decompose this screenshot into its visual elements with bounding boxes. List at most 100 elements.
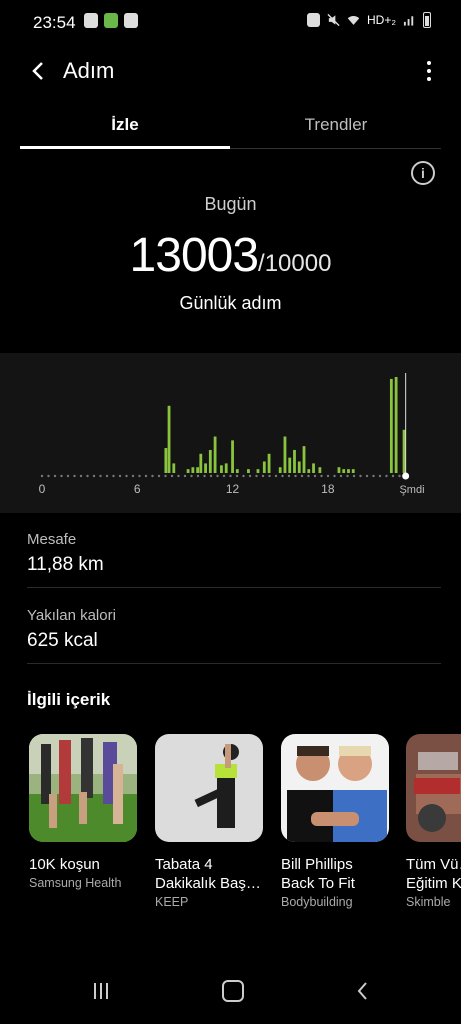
baseline-dot [300, 474, 304, 478]
running-thumbnail [29, 734, 137, 842]
status-time: 23:54 [33, 13, 76, 32]
more-options-icon[interactable] [421, 56, 437, 86]
app-notification-icon [104, 13, 118, 28]
back-arrow-icon[interactable] [24, 56, 54, 86]
baseline-dot [60, 474, 63, 478]
baseline-dot [112, 474, 115, 478]
baseline-dot [79, 474, 83, 478]
baseline-dot [248, 474, 252, 478]
tab-trends[interactable]: Trendler [231, 104, 441, 148]
baseline-dot [398, 474, 401, 478]
baseline-dot [352, 474, 356, 478]
chart-bar [293, 449, 296, 473]
content-card-skimble[interactable]: Tüm Vü… Eğitim K… Skimble [406, 734, 461, 909]
baseline-dot [53, 474, 57, 478]
divider [27, 587, 441, 588]
baseline-dot [203, 474, 206, 478]
x-tick-label: Şmdi [399, 484, 424, 496]
baseline-dot [177, 474, 180, 478]
baseline-dot [359, 474, 362, 478]
x-tick-label: 0 [39, 482, 46, 496]
distance-label: Mesafe [27, 531, 77, 548]
baseline-dot [313, 474, 317, 478]
status-bar: 23:54 HD+₂ [0, 0, 461, 44]
related-content-carousel: 10K koşun Samsung Health Tabata 4 Dakika… [29, 734, 461, 924]
baseline-dot [190, 474, 193, 478]
baseline-dot [73, 474, 76, 478]
info-icon[interactable]: i [411, 161, 435, 185]
content-card-10k-run[interactable]: 10K koşun Samsung Health [29, 734, 137, 890]
recents-icon[interactable] [94, 983, 108, 999]
card-title: 10K koşun [29, 856, 100, 873]
chart-bar [199, 453, 203, 473]
baseline-dot [294, 474, 297, 478]
baseline-dot [255, 474, 258, 478]
chart-bar [247, 469, 250, 473]
day-label: Bugün [204, 194, 257, 214]
nav-back-icon[interactable] [353, 980, 373, 1002]
baseline-dot [157, 474, 161, 478]
baseline-dot [86, 474, 89, 478]
baseline-dot [339, 474, 343, 478]
content-card-tabata[interactable]: Tabata 4 Dakikalık Baş… KEEP [155, 734, 263, 909]
distance-value: 11,88 km [27, 554, 104, 575]
baseline-dot [261, 474, 265, 478]
chart-bar [235, 469, 239, 473]
chart-bar [394, 377, 398, 473]
baseline-dot [385, 474, 388, 478]
content-card-bill-phillips[interactable]: Bill Phillips Back To Fit Bodybuilding [281, 734, 389, 909]
baseline-dot [391, 474, 395, 478]
steps-value: 13003 [129, 229, 259, 282]
baseline-dot [209, 474, 213, 478]
baseline-dot [307, 474, 310, 478]
system-navigation-bar [0, 974, 461, 1024]
baseline-dot [281, 474, 284, 478]
app-bar: Adım [0, 52, 461, 92]
mute-icon [327, 13, 340, 27]
calories-metric: Yakılan kalori 625 kcal [27, 607, 116, 652]
baseline-dot [138, 474, 141, 478]
steps-goal: /10000 [258, 250, 332, 277]
distance-metric: Mesafe 11,88 km [27, 531, 104, 576]
baseline-dot [216, 474, 219, 478]
chart-bar [186, 469, 190, 473]
baseline-dot [242, 474, 245, 478]
baseline-dot [378, 474, 382, 478]
tab-bar: İzle Trendler [20, 104, 441, 149]
chart-bar [389, 378, 393, 473]
tab-watch[interactable]: İzle [20, 104, 230, 149]
hourly-steps-chart[interactable]: 0 6 12 18 Şmdi [0, 353, 461, 513]
baseline-dot [92, 474, 96, 478]
baseline-dot [99, 474, 102, 478]
now-marker-dot [402, 472, 410, 480]
step-count: 13003/10000 [0, 228, 461, 283]
chart-bar [224, 463, 228, 473]
chart-bar [342, 469, 346, 473]
card-source: Samsung Health [29, 876, 122, 890]
chart-bar [208, 449, 212, 473]
chart-bar [213, 436, 217, 473]
notification-icon [84, 13, 98, 28]
baseline-dot [47, 474, 50, 478]
baseline-dot [196, 474, 200, 478]
chart-bar [167, 405, 171, 473]
chart-bar [172, 463, 176, 473]
battery-saver-icon [307, 13, 320, 27]
chart-bar [267, 453, 271, 473]
baseline-dot [40, 474, 44, 478]
chart-bar [256, 469, 260, 473]
home-icon[interactable] [222, 980, 244, 1002]
battery-icon [423, 12, 431, 28]
baseline-dot [125, 474, 128, 478]
baseline-dot [326, 474, 330, 478]
signal-icon [403, 16, 414, 26]
card-source: KEEP [155, 895, 189, 909]
chart-bar [262, 461, 266, 473]
baseline-dot [144, 474, 148, 478]
steps-unit-label: Günlük adım [179, 293, 282, 313]
x-tick-label: 6 [134, 482, 141, 496]
baseline-dot [320, 474, 323, 478]
card-title: Tabata 4 Dakikalık Baş… [155, 856, 261, 892]
chart-bar [351, 469, 355, 473]
card-source: Skimble [406, 895, 451, 909]
